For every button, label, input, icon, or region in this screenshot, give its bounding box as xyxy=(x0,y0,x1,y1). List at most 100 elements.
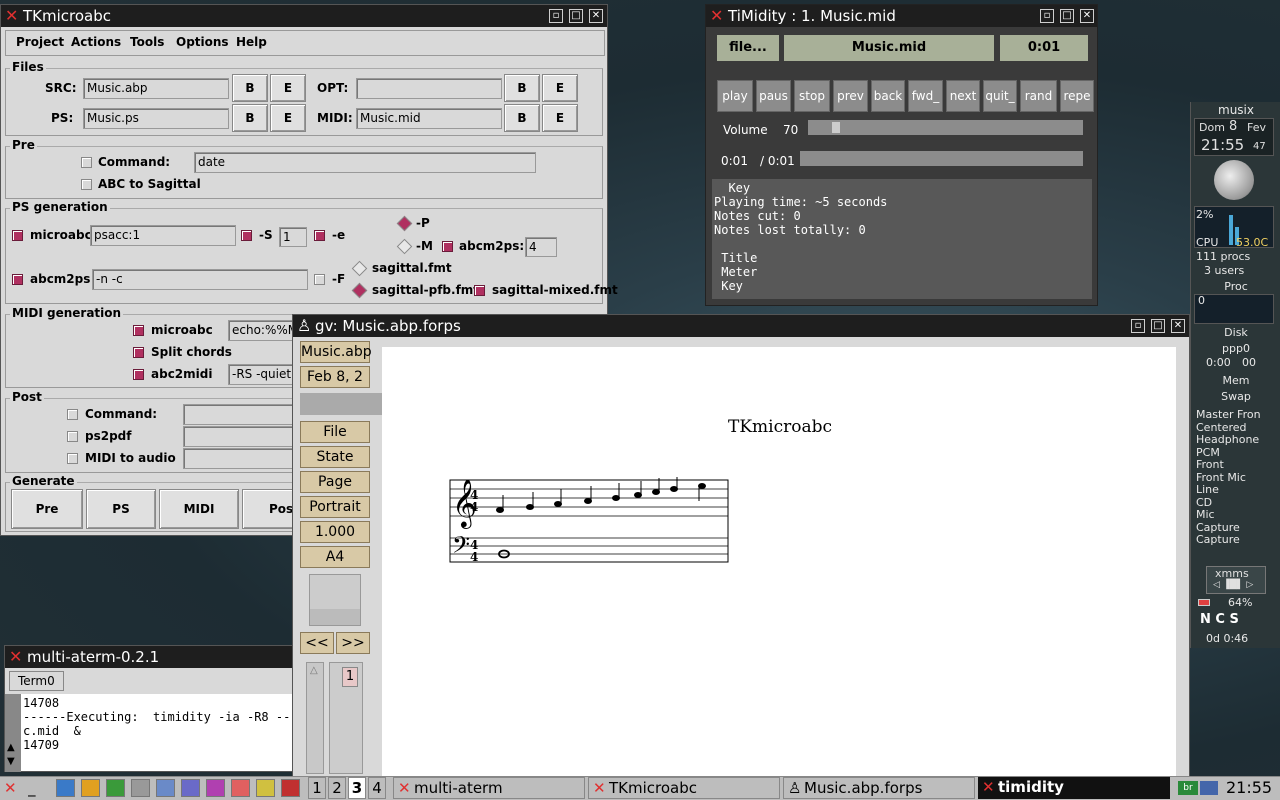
s-spinbox[interactable]: 1 xyxy=(279,227,307,247)
gv-titlebar[interactable]: ♙ gv: Music.abp.forps ▫ □ ✕ xyxy=(293,315,1189,337)
opt-field[interactable] xyxy=(356,78,502,99)
menu-options[interactable]: Options xyxy=(176,35,229,49)
mixer-channel[interactable]: Mic xyxy=(1196,508,1274,521)
opt-edit-button[interactable]: E xyxy=(542,74,578,102)
3d-launcher-icon[interactable] xyxy=(256,779,275,797)
generate-midi-button[interactable]: MIDI xyxy=(159,489,239,529)
maximize-icon[interactable]: □ xyxy=(1060,9,1074,23)
mixer-channel[interactable]: PCM xyxy=(1196,446,1274,459)
task-multi-aterm[interactable]: ✕ multi-aterm xyxy=(393,777,585,799)
gv-paper-button[interactable]: A4 xyxy=(300,546,370,568)
maximize-icon[interactable]: □ xyxy=(569,9,583,23)
mail-launcher-icon[interactable] xyxy=(156,779,175,797)
browser-launcher-icon[interactable] xyxy=(106,779,125,797)
post-command-checkbox[interactable] xyxy=(67,409,78,420)
task-gv[interactable]: ♙ Music.abp.forps xyxy=(783,777,975,799)
gv-orientation-button[interactable]: Portrait xyxy=(300,496,370,518)
generate-pre-button[interactable]: Pre xyxy=(11,489,83,529)
timidity-fwd-button[interactable]: fwd_ xyxy=(908,80,943,112)
mixer-channel[interactable]: CD xyxy=(1196,496,1274,509)
mixer-channel[interactable]: Headphone xyxy=(1196,433,1274,446)
sagittal-mixed-checkbox[interactable] xyxy=(474,285,485,296)
java-launcher-icon[interactable] xyxy=(281,779,300,797)
timidity-paus-button[interactable]: paus xyxy=(756,80,791,112)
gv-page-number[interactable]: 1 xyxy=(342,667,358,687)
minimize-icon[interactable]: ▫ xyxy=(1131,319,1145,333)
abcm2ps-checkbox[interactable] xyxy=(12,274,23,285)
task-tkmicroabc[interactable]: ✕ TKmicroabc xyxy=(588,777,780,799)
network-icon[interactable] xyxy=(1200,781,1218,795)
ps-microabc-field[interactable]: psacc:1 xyxy=(90,225,236,246)
gv-page[interactable]: TKmicroabc 𝄞 4 4 𝄢 4 4 xyxy=(382,347,1176,776)
gv-file-button[interactable]: File xyxy=(300,421,370,443)
mixer-channel[interactable]: Master Fron xyxy=(1196,408,1274,421)
abcm2ps-b-spinbox[interactable]: 4 xyxy=(525,237,557,257)
menu-tools[interactable]: Tools xyxy=(130,35,164,49)
editor-launcher-icon[interactable] xyxy=(56,779,75,797)
ps-browse-button[interactable]: B xyxy=(232,104,268,132)
gv-zoom-button[interactable]: 1.000 xyxy=(300,521,370,543)
mixer-channel[interactable]: Capture xyxy=(1196,521,1274,534)
desktop-3-button[interactable]: 3 xyxy=(348,777,366,799)
desktop-1-button[interactable]: 1 xyxy=(308,777,326,799)
abc-sagittal-checkbox[interactable] xyxy=(81,179,92,190)
mixer-channel[interactable]: Front xyxy=(1196,458,1274,471)
minimize-all-icon[interactable]: _ xyxy=(28,776,36,800)
mixer-channel[interactable]: Front Mic xyxy=(1196,471,1274,484)
timidity-rand-button[interactable]: rand xyxy=(1020,80,1057,112)
close-icon[interactable]: ✕ xyxy=(1171,319,1185,333)
menu-project[interactable]: Project xyxy=(16,35,64,49)
gv-page-button[interactable]: Page xyxy=(300,471,370,493)
src-field[interactable]: Music.abp xyxy=(83,78,229,99)
aterm-scrollbar[interactable]: ▲ ▼ xyxy=(5,694,21,772)
generate-ps-button[interactable]: PS xyxy=(86,489,156,529)
f-checkbox[interactable] xyxy=(314,274,325,285)
timidity-prev-button[interactable]: prev xyxy=(833,80,868,112)
close-icon[interactable]: ✕ xyxy=(589,9,603,23)
midi-field[interactable]: Music.mid xyxy=(356,108,502,129)
desktop-4-button[interactable]: 4 xyxy=(368,777,386,799)
mixer-channel[interactable]: Line xyxy=(1196,483,1274,496)
ps-edit-button[interactable]: E xyxy=(270,104,306,132)
progress-bar[interactable] xyxy=(800,151,1083,166)
keyboard-layout-icon[interactable]: br xyxy=(1178,781,1198,795)
ps-microabc-checkbox[interactable] xyxy=(12,230,23,241)
gv-scrollbar[interactable]: △ xyxy=(306,662,324,774)
timidity-quit-button[interactable]: quit_ xyxy=(983,80,1017,112)
midi-microabc-checkbox[interactable] xyxy=(133,325,144,336)
timidity-stop-button[interactable]: stop xyxy=(794,80,830,112)
menu-help[interactable]: Help xyxy=(236,35,267,49)
pre-command-checkbox[interactable] xyxy=(81,157,92,168)
tk-titlebar[interactable]: ✕ TKmicroabc ▫ □ ✕ xyxy=(1,5,607,27)
minimize-icon[interactable]: ▫ xyxy=(549,9,563,23)
ps-field[interactable]: Music.ps xyxy=(83,108,229,129)
opt-browse-button[interactable]: B xyxy=(504,74,540,102)
home-launcher-icon[interactable] xyxy=(81,779,100,797)
s-checkbox[interactable] xyxy=(241,230,252,241)
maximize-icon[interactable]: □ xyxy=(1151,319,1165,333)
scroll-up-icon[interactable]: ▲ xyxy=(7,742,15,753)
gv-panner-view[interactable] xyxy=(310,609,360,625)
gv-state-button[interactable]: State xyxy=(300,446,370,468)
ps2pdf-checkbox[interactable] xyxy=(67,431,78,442)
task-timidity[interactable]: ✕ timidity xyxy=(978,777,1170,799)
timidity-next-button[interactable]: next xyxy=(946,80,980,112)
desktop-2-button[interactable]: 2 xyxy=(328,777,346,799)
timidity-titlebar[interactable]: ✕ TiMidity : 1. Music.mid ▫ □ ✕ xyxy=(706,5,1097,27)
gv-prev-button[interactable]: << xyxy=(300,632,334,654)
start-x-icon[interactable]: ✕ xyxy=(4,776,17,800)
midi-edit-button[interactable]: E xyxy=(542,104,578,132)
split-chords-checkbox[interactable] xyxy=(133,347,144,358)
menu-actions[interactable]: Actions xyxy=(71,35,121,49)
src-browse-button[interactable]: B xyxy=(232,74,268,102)
pre-command-field[interactable]: date xyxy=(194,152,536,173)
midi-audio-checkbox[interactable] xyxy=(67,453,78,464)
audio-launcher-icon[interactable] xyxy=(231,779,250,797)
volume-slider[interactable] xyxy=(808,120,1083,135)
src-edit-button[interactable]: E xyxy=(270,74,306,102)
timidity-repe-button[interactable]: repe xyxy=(1060,80,1094,112)
timidity-back-button[interactable]: back xyxy=(871,80,905,112)
scroll-up-icon[interactable]: △ xyxy=(310,665,318,676)
aterm-titlebar[interactable]: ✕ multi-aterm-0.2.1 xyxy=(5,646,295,668)
gv-panner[interactable] xyxy=(309,574,361,626)
